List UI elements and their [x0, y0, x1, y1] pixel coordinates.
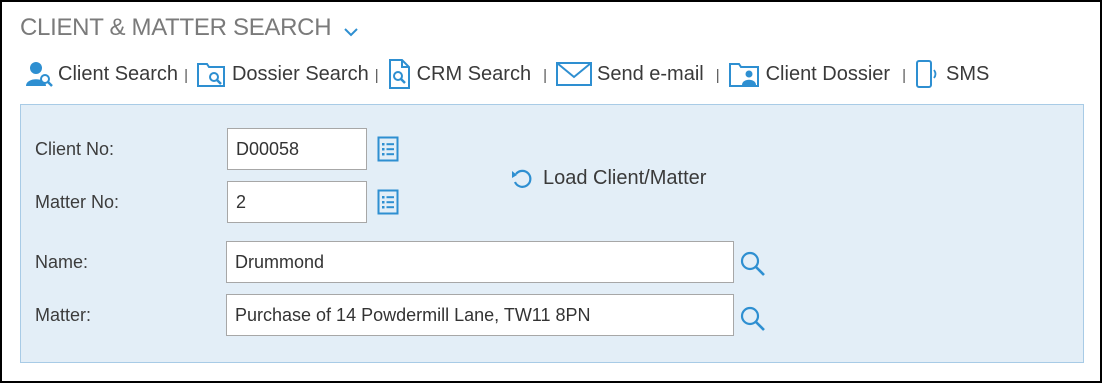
folder-user-icon — [728, 59, 762, 89]
matter-label: Matter: — [35, 305, 92, 325]
name-input[interactable] — [226, 241, 734, 283]
client-matter-search-window: CLIENT & MATTER SEARCH Client Search | D… — [0, 0, 1102, 383]
send-email-label: Send e-mail — [596, 62, 704, 85]
chevron-down-icon[interactable] — [343, 16, 359, 44]
refresh-icon — [511, 168, 533, 190]
envelope-icon — [555, 60, 593, 88]
matter-search-icon[interactable] — [739, 305, 767, 338]
dossier-search-button[interactable]: Dossier Search — [196, 59, 369, 89]
toolbar-separator: | — [374, 66, 379, 84]
sms-label: SMS — [946, 62, 990, 85]
matter-input[interactable] — [226, 294, 734, 336]
client-no-input[interactable] — [227, 128, 367, 170]
search-form-panel: Client No: Matter No: — [20, 104, 1084, 363]
client-dossier-label: Client Dossier — [765, 62, 891, 85]
user-search-icon — [24, 59, 54, 89]
send-email-button[interactable]: Send e-mail — [555, 60, 704, 88]
matter-no-label: Matter No: — [35, 192, 120, 212]
page-title: CLIENT & MATTER SEARCH — [20, 14, 332, 41]
dossier-search-label: Dossier Search — [231, 62, 369, 85]
toolbar-separator: | — [184, 66, 188, 84]
crm-search-button[interactable]: CRM Search — [387, 58, 531, 90]
load-client-matter-button[interactable]: Load Client/Matter — [511, 167, 706, 190]
client-dossier-button[interactable]: Client Dossier — [728, 59, 890, 89]
section-header[interactable]: CLIENT & MATTER SEARCH — [20, 12, 359, 44]
load-client-matter-label: Load Client/Matter — [543, 167, 707, 189]
folder-search-icon — [196, 59, 228, 89]
matter-no-input[interactable] — [227, 181, 367, 223]
crm-search-label: CRM Search — [416, 62, 532, 85]
sms-button[interactable]: SMS — [914, 58, 989, 90]
name-search-icon[interactable] — [739, 250, 767, 283]
client-no-list-icon[interactable] — [377, 136, 399, 167]
toolbar: Client Search | Dossier Search | CRM Sea… — [24, 58, 989, 90]
client-search-label: Client Search — [58, 62, 179, 85]
toolbar-separator: | — [902, 66, 906, 84]
toolbar-separator: | — [715, 66, 720, 84]
toolbar-separator: | — [543, 66, 547, 84]
document-search-icon — [387, 58, 413, 90]
phone-icon — [914, 58, 942, 90]
client-no-label: Client No: — [35, 139, 115, 159]
name-label: Name: — [35, 252, 89, 272]
matter-no-list-icon[interactable] — [377, 189, 399, 220]
client-search-button[interactable]: Client Search — [24, 59, 178, 89]
